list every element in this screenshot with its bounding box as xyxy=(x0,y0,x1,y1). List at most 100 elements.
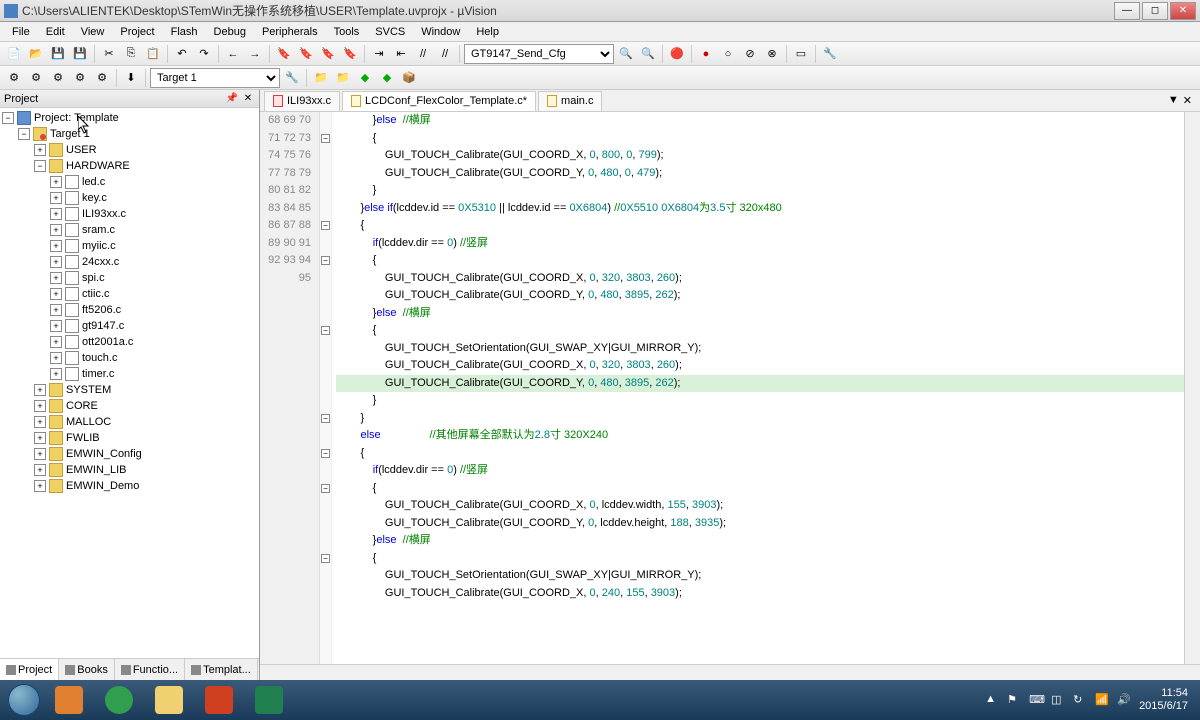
task-qq[interactable] xyxy=(95,682,143,718)
manage-icon[interactable]: 📁 xyxy=(311,68,331,88)
editor-tab-mainc[interactable]: main.c xyxy=(538,91,602,111)
tray-network-icon[interactable]: 📶 xyxy=(1095,693,1109,707)
breakpoint-kill-icon[interactable]: ⊗ xyxy=(762,44,782,64)
tree-group-fwlib[interactable]: +FWLIB xyxy=(2,430,257,446)
tree-file-gt9147-c[interactable]: +gt9147.c xyxy=(2,318,257,334)
target-combo[interactable]: Target 1 xyxy=(150,68,280,88)
bookmark-prev-icon[interactable]: 🔖 xyxy=(296,44,316,64)
menu-view[interactable]: View xyxy=(73,24,113,40)
comment-icon[interactable]: // xyxy=(413,44,433,64)
bookmark-icon[interactable]: 🔖 xyxy=(274,44,294,64)
fold-marker[interactable]: − xyxy=(321,134,330,143)
redo-icon[interactable]: ↷ xyxy=(194,44,214,64)
tray-action-icon[interactable]: ⚑ xyxy=(1007,693,1021,707)
panel-pin-icon[interactable]: 📌 xyxy=(225,92,239,106)
nav-fwd-icon[interactable]: → xyxy=(245,44,265,64)
project-tree[interactable]: −Project: Template−Target 1+USER−HARDWAR… xyxy=(0,108,259,658)
options-icon[interactable]: 🔧 xyxy=(282,68,302,88)
taskbar-clock[interactable]: 11:54 2015/6/17 xyxy=(1139,687,1188,713)
tree-file-led-c[interactable]: +led.c xyxy=(2,174,257,190)
pack-installer-icon[interactable]: 📦 xyxy=(399,68,419,88)
open-file-icon[interactable]: 📂 xyxy=(26,44,46,64)
fold-marker[interactable]: − xyxy=(321,221,330,230)
fold-marker[interactable]: − xyxy=(321,554,330,563)
tree-group-core[interactable]: +CORE xyxy=(2,398,257,414)
tree-file-ILI93xx-c[interactable]: +ILI93xx.c xyxy=(2,206,257,222)
outdent-icon[interactable]: ⇤ xyxy=(391,44,411,64)
paste-icon[interactable]: 📋 xyxy=(143,44,163,64)
task-powerpoint[interactable] xyxy=(195,682,243,718)
menu-debug[interactable]: Debug xyxy=(206,24,254,40)
stop-build-icon[interactable]: ⚙ xyxy=(92,68,112,88)
save-all-icon[interactable]: 💾 xyxy=(70,44,90,64)
close-button[interactable]: ✕ xyxy=(1170,2,1196,20)
tab-close-icon[interactable]: ✕ xyxy=(1183,94,1192,107)
window-icon[interactable]: ▭ xyxy=(791,44,811,64)
copy-icon[interactable]: ⎘ xyxy=(121,44,141,64)
manage-rte-icon[interactable]: 📁 xyxy=(333,68,353,88)
editor-tab-ILI93xxc[interactable]: ILI93xx.c xyxy=(264,91,340,111)
tree-file-key-c[interactable]: +key.c xyxy=(2,190,257,206)
tree-file-touch-c[interactable]: +touch.c xyxy=(2,350,257,366)
panel-tab-templat[interactable]: Templat... xyxy=(185,659,258,680)
fold-marker[interactable]: − xyxy=(321,256,330,265)
configure-icon[interactable]: 🔧 xyxy=(820,44,840,64)
start-button[interactable] xyxy=(4,682,44,718)
tree-group-user[interactable]: +USER xyxy=(2,142,257,158)
tree-file-ft5206-c[interactable]: +ft5206.c xyxy=(2,302,257,318)
undo-icon[interactable]: ↶ xyxy=(172,44,192,64)
fold-marker[interactable]: − xyxy=(321,326,330,335)
download-icon[interactable]: ⬇ xyxy=(121,68,141,88)
translate-icon[interactable]: ⚙ xyxy=(4,68,24,88)
panel-tab-books[interactable]: Books xyxy=(59,659,115,680)
install-packs-icon[interactable]: ◆ xyxy=(377,68,397,88)
cut-icon[interactable]: ✂ xyxy=(99,44,119,64)
panel-tab-functio[interactable]: Functio... xyxy=(115,659,185,680)
new-file-icon[interactable]: 📄 xyxy=(4,44,24,64)
tree-group-hardware[interactable]: −HARDWARE xyxy=(2,158,257,174)
menu-project[interactable]: Project xyxy=(112,24,162,40)
breakpoint-disable-icon[interactable]: ⊘ xyxy=(740,44,760,64)
code-content[interactable]: }else //横屏 { GUI_TOUCH_Calibrate(GUI_COO… xyxy=(332,112,1184,664)
menu-file[interactable]: File xyxy=(4,24,38,40)
incremental-find-icon[interactable]: 🔍 xyxy=(638,44,658,64)
minimize-button[interactable]: — xyxy=(1114,2,1140,20)
tray-up-icon[interactable]: ▲ xyxy=(985,693,999,707)
fold-marker[interactable]: − xyxy=(321,414,330,423)
horizontal-scrollbar[interactable] xyxy=(260,664,1200,680)
menu-help[interactable]: Help xyxy=(468,24,507,40)
tree-file-myiic-c[interactable]: +myiic.c xyxy=(2,238,257,254)
tray-keyboard-icon[interactable]: ⌨ xyxy=(1029,693,1043,707)
tray-app-icon[interactable]: ◫ xyxy=(1051,693,1065,707)
tray-volume-icon[interactable]: 🔊 xyxy=(1117,693,1131,707)
tree-group-malloc[interactable]: +MALLOC xyxy=(2,414,257,430)
task-wps[interactable] xyxy=(245,682,293,718)
tree-group-emwin_demo[interactable]: +EMWIN_Demo xyxy=(2,478,257,494)
debug-icon[interactable]: 🔴 xyxy=(667,44,687,64)
fold-marker[interactable]: − xyxy=(321,484,330,493)
tree-file-timer-c[interactable]: +timer.c xyxy=(2,366,257,382)
fold-marker[interactable]: − xyxy=(321,449,330,458)
select-packs-icon[interactable]: ◆ xyxy=(355,68,375,88)
tray-sync-icon[interactable]: ↻ xyxy=(1073,693,1087,707)
uncomment-icon[interactable]: // xyxy=(435,44,455,64)
panel-tab-project[interactable]: Project xyxy=(0,659,59,680)
tree-group-emwin_lib[interactable]: +EMWIN_LIB xyxy=(2,462,257,478)
tree-file-ctiic-c[interactable]: +ctiic.c xyxy=(2,286,257,302)
panel-close-icon[interactable]: ✕ xyxy=(241,92,255,106)
indent-icon[interactable]: ⇥ xyxy=(369,44,389,64)
task-foxit[interactable] xyxy=(45,682,93,718)
bookmark-next-icon[interactable]: 🔖 xyxy=(318,44,338,64)
bookmark-clear-icon[interactable]: 🔖 xyxy=(340,44,360,64)
function-combo[interactable]: GT9147_Send_Cfg xyxy=(464,44,614,64)
batch-build-icon[interactable]: ⚙ xyxy=(70,68,90,88)
tree-file-24cxx-c[interactable]: +24cxx.c xyxy=(2,254,257,270)
tree-file-spi-c[interactable]: +spi.c xyxy=(2,270,257,286)
tree-file-sram-c[interactable]: +sram.c xyxy=(2,222,257,238)
tree-file-ott2001a-c[interactable]: +ott2001a.c xyxy=(2,334,257,350)
fold-column[interactable]: − − − − − − − − xyxy=(320,112,332,664)
vertical-scrollbar[interactable] xyxy=(1184,112,1200,664)
tab-dropdown-icon[interactable]: ▼ xyxy=(1168,94,1179,107)
menu-svcs[interactable]: SVCS xyxy=(367,24,413,40)
tree-target[interactable]: −Target 1 xyxy=(2,126,257,142)
